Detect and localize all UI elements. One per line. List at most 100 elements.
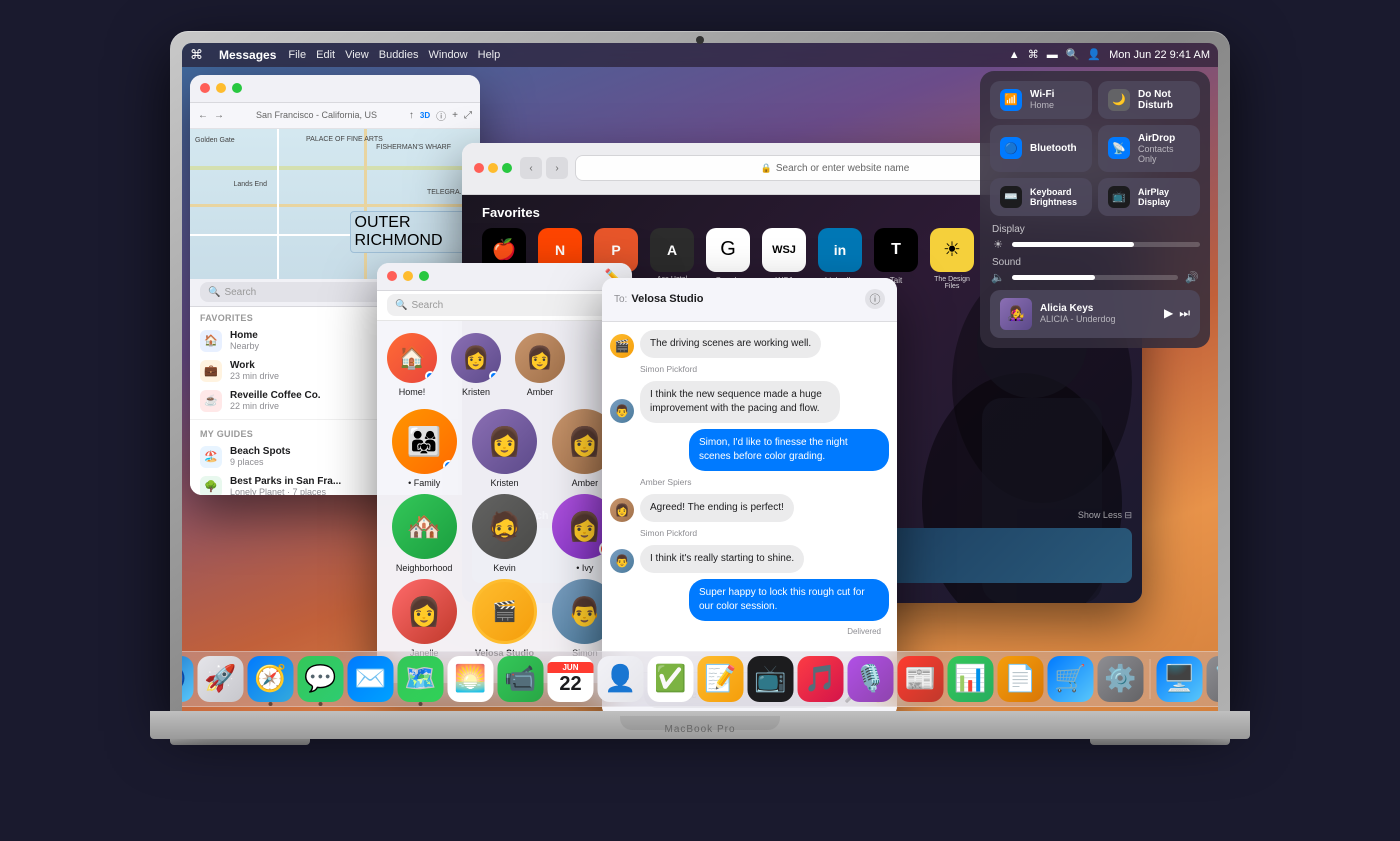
minimize-button[interactable] — [216, 83, 226, 93]
dock-launchpad[interactable]: 🚀 — [198, 656, 244, 702]
dock-podcasts[interactable]: 🎙️ — [848, 656, 894, 702]
grid-family[interactable]: 👨‍👩‍👧 • Family — [387, 409, 461, 488]
msg-avatar-2: 👨 — [610, 399, 634, 423]
news-icon: 📰 — [904, 663, 936, 694]
dock-mail[interactable]: ✉️ — [348, 656, 394, 702]
messages-minimize[interactable] — [403, 271, 413, 281]
grid-kevin[interactable]: 🧔 Kevin — [467, 494, 541, 573]
fav-tait-icon: T — [874, 228, 918, 272]
close-button[interactable] — [200, 83, 210, 93]
dock-numbers[interactable]: 📊 — [948, 656, 994, 702]
play-button[interactable]: ▶ — [1164, 306, 1173, 321]
messages-search-bar[interactable]: 🔍 Search — [387, 294, 622, 316]
maps-work-name: Work — [230, 360, 279, 371]
grid-velosa[interactable]: 🎬 Velosa Studio — [467, 579, 541, 658]
grid-kristen2[interactable]: 👩 Kristen — [467, 409, 541, 488]
cc-dnd-tile[interactable]: 🌙 Do Not Disturb — [1098, 81, 1200, 119]
track-name: Alicia Keys — [1040, 303, 1156, 314]
control-center[interactable]: 📶 Wi-Fi Home 🌙 Do Not Disturb — [980, 71, 1210, 348]
neighborhood-name: Neighborhood — [396, 563, 453, 573]
cc-keyboard-tile[interactable]: ⌨️ Keyboard Brightness — [990, 178, 1092, 216]
dock-appletv[interactable]: 📺 — [748, 656, 794, 702]
maps-3d-icon[interactable]: 3D — [420, 111, 430, 120]
imsg-header: To: Velosa Studio ⓘ — [602, 278, 897, 322]
safari-maximize[interactable] — [502, 163, 512, 173]
maps-forward-icon[interactable]: → — [214, 110, 224, 121]
contact-home-name: Home! — [399, 387, 426, 397]
favorites-title: Favorites — [482, 205, 540, 220]
dnd-tile-icon: 🌙 — [1108, 89, 1130, 111]
velosa-avatar: 🎬 — [472, 579, 537, 644]
grid-janelle[interactable]: 👩 Janelle — [387, 579, 461, 658]
contact-kristen[interactable]: 👩 Kristen — [451, 333, 501, 397]
dock-music[interactable]: 🎵 — [798, 656, 844, 702]
cc-airdrop-tile[interactable]: 📡 AirDrop Contacts Only — [1098, 125, 1200, 172]
cc-bt-tile[interactable]: 🔵 Bluetooth — [990, 125, 1092, 172]
battery-icon[interactable]: ▬ — [1047, 49, 1058, 61]
wifi-icon[interactable]: ▲ — [1009, 49, 1020, 61]
dock-finder[interactable]: 🔵 — [182, 656, 194, 702]
imsg-info-button[interactable]: ⓘ — [865, 289, 885, 309]
msg-sender-simon2: Simon Pickford — [640, 528, 889, 538]
search-icon[interactable]: 🔍 — [1066, 48, 1080, 61]
maps-fullscreen-icon[interactable]: ⤢ — [464, 110, 472, 121]
dock-reminders[interactable]: ✅ — [648, 656, 694, 702]
pages-icon: 📄 — [1004, 663, 1036, 694]
menu-help[interactable]: Help — [478, 49, 501, 61]
fav-design[interactable]: ☀ The Design Files — [930, 228, 974, 290]
contact-home[interactable]: 🏠 Home! — [387, 333, 437, 397]
bluetooth-icon[interactable]: ⌘ — [1028, 48, 1039, 61]
dock-calendar[interactable]: JUN 22 — [548, 656, 594, 702]
dock-maps[interactable]: 🗺️ — [398, 656, 444, 702]
maps-info-icon[interactable]: ⓘ — [436, 108, 446, 123]
cc-display-label: Display — [992, 224, 1200, 235]
dock-notes[interactable]: 📝 — [698, 656, 744, 702]
dock-news[interactable]: 📰 — [898, 656, 944, 702]
cc-now-playing[interactable]: 👩‍🎤 Alicia Keys ALICIA - Underdog ▶ ⏭ — [990, 290, 1200, 338]
menu-buddies[interactable]: Buddies — [379, 49, 419, 61]
maps-map-area[interactable]: Golden Gate Lands End FISHERMAN'S WHARF … — [190, 129, 480, 279]
kevin-emoji: 🧔 — [487, 510, 522, 543]
user-icon[interactable]: 👤 — [1087, 48, 1101, 61]
display-brightness-slider[interactable] — [1012, 242, 1200, 247]
dock-trash[interactable]: 🗑️ — [1207, 656, 1219, 702]
macbook-foot-left — [170, 739, 310, 745]
maps-share-icon[interactable]: ↑ — [409, 110, 414, 121]
forward-button[interactable]: ⏭ — [1179, 306, 1190, 321]
map-label-fishermans: FISHERMAN'S WHARF — [376, 144, 451, 151]
menu-edit[interactable]: Edit — [316, 49, 335, 61]
contact-amber[interactable]: 👩 Amber — [515, 333, 565, 397]
msg-bubble-4: Agreed! The ending is perfect! — [640, 494, 794, 522]
dock-facetime[interactable]: 📹 — [498, 656, 544, 702]
dock-messages[interactable]: 💬 — [298, 656, 344, 702]
imessage-window[interactable]: To: Velosa Studio ⓘ 🎬 The driving scenes… — [602, 278, 897, 711]
dock-appstore[interactable]: 🛒 — [1048, 656, 1094, 702]
dock-desktop[interactable]: 🖥️ — [1157, 656, 1203, 702]
dock-sysprefs[interactable]: ⚙️ — [1098, 656, 1144, 702]
cc-airdrop-title: AirDrop — [1138, 133, 1190, 144]
safari-back-button[interactable]: ‹ — [520, 157, 542, 179]
dock-contacts[interactable]: 👤 — [598, 656, 644, 702]
messages-search-area: 🔍 Search — [377, 291, 632, 321]
apple-menu[interactable]: ⌘ — [190, 47, 203, 63]
dock-safari[interactable]: 🧭 — [248, 656, 294, 702]
menu-window[interactable]: Window — [429, 49, 468, 61]
maps-add-icon[interactable]: + — [452, 110, 458, 121]
show-less-button[interactable]: Show Less ⊟ — [1078, 510, 1132, 522]
safari-close[interactable] — [474, 163, 484, 173]
volume-slider[interactable] — [1012, 275, 1178, 280]
maximize-button[interactable] — [232, 83, 242, 93]
menu-view[interactable]: View — [345, 49, 369, 61]
cc-airplay-tile[interactable]: 📺 AirPlay Display — [1098, 178, 1200, 216]
safari-forward-button[interactable]: › — [546, 157, 568, 179]
cc-wifi-tile[interactable]: 📶 Wi-Fi Home — [990, 81, 1092, 119]
menu-file[interactable]: File — [288, 49, 306, 61]
dock-photos[interactable]: 🌅 — [448, 656, 494, 702]
grid-neighborhood[interactable]: 🏘️ Neighborhood — [387, 494, 461, 573]
maps-back-icon[interactable]: ← — [198, 110, 208, 121]
messages-close[interactable] — [387, 271, 397, 281]
safari-minimize[interactable] — [488, 163, 498, 173]
dock-pages[interactable]: 📄 — [998, 656, 1044, 702]
messages-maximize[interactable] — [419, 271, 429, 281]
messages-sidebar-window[interactable]: ✏️ 🔍 Search 🏠 — [377, 263, 632, 683]
